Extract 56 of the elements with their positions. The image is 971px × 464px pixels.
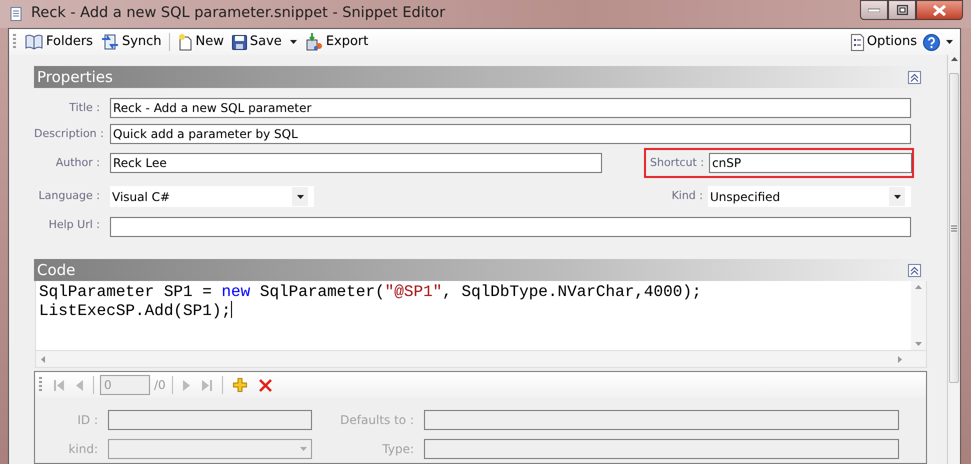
collapse-button[interactable] bbox=[908, 264, 921, 276]
export-box-icon bbox=[304, 33, 323, 51]
close-icon bbox=[933, 4, 946, 16]
field-label: Help Url : bbox=[48, 216, 101, 233]
options-document-icon bbox=[850, 34, 864, 50]
caret-icon bbox=[290, 40, 297, 44]
scroll-down-arrow-icon[interactable] bbox=[915, 342, 922, 346]
field-label: Type: bbox=[381, 441, 415, 458]
close-icon bbox=[258, 378, 272, 392]
scroll-left-arrow-icon[interactable] bbox=[41, 356, 45, 362]
sync-button[interactable]: Synch bbox=[98, 31, 165, 53]
book-button[interactable]: Folders bbox=[22, 31, 96, 53]
field-label: Title : bbox=[68, 100, 101, 116]
collapse-button[interactable] bbox=[908, 70, 921, 84]
input-field[interactable]: cnSP bbox=[709, 153, 912, 173]
dropdown-field[interactable]: Unspecified bbox=[708, 186, 911, 207]
book-icon bbox=[25, 34, 43, 50]
new-button[interactable]: New bbox=[174, 31, 227, 53]
caret-icon bbox=[300, 447, 307, 451]
section-title: Properties bbox=[37, 66, 113, 88]
help-button[interactable] bbox=[920, 31, 943, 53]
field-label: Language : bbox=[38, 188, 101, 204]
dropdown-field[interactable]: Visual C# bbox=[110, 186, 314, 207]
field-label: Defaults to : bbox=[339, 412, 415, 429]
save-button[interactable]: Save bbox=[228, 31, 285, 53]
scrollbar-thumb[interactable] bbox=[949, 73, 959, 383]
record-count: /0 bbox=[154, 377, 166, 394]
document-icon bbox=[10, 7, 23, 21]
window-title: Reck - Add a new SQL parameter.snippet - Snippet Editor bbox=[31, 4, 446, 24]
help-icon bbox=[923, 34, 940, 50]
input-field[interactable]: Reck Lee bbox=[110, 153, 602, 173]
input-field[interactable] bbox=[110, 217, 911, 237]
sync-icon bbox=[100, 33, 119, 51]
field-label: kind: bbox=[67, 441, 99, 458]
plus-icon bbox=[232, 378, 247, 392]
caret-icon bbox=[946, 40, 953, 44]
field-label: Kind : bbox=[670, 188, 704, 204]
field-label: ID : bbox=[76, 412, 99, 429]
input-field[interactable]: Reck - Add a new SQL parameter bbox=[110, 98, 911, 118]
field-label: Author : bbox=[54, 154, 101, 171]
close-button[interactable] bbox=[916, 0, 963, 20]
input-field[interactable]: Quick add a parameter by SQL bbox=[110, 124, 911, 144]
caret-icon bbox=[894, 194, 900, 198]
new-document-icon bbox=[178, 34, 193, 50]
minimize-icon bbox=[868, 8, 880, 12]
field-label: Shortcut : bbox=[650, 154, 706, 171]
maximize-icon bbox=[896, 5, 908, 15]
minimize-button[interactable] bbox=[860, 0, 888, 20]
field-label: Description : bbox=[34, 126, 105, 142]
section-title: Code bbox=[37, 260, 76, 281]
options-button[interactable]: Options bbox=[848, 31, 920, 53]
caret-icon bbox=[296, 194, 304, 198]
scroll-up-arrow-icon[interactable] bbox=[950, 57, 958, 61]
export-button[interactable]: Export bbox=[302, 31, 372, 53]
scroll-right-arrow-icon[interactable] bbox=[898, 356, 902, 362]
maximize-button[interactable] bbox=[888, 0, 916, 20]
